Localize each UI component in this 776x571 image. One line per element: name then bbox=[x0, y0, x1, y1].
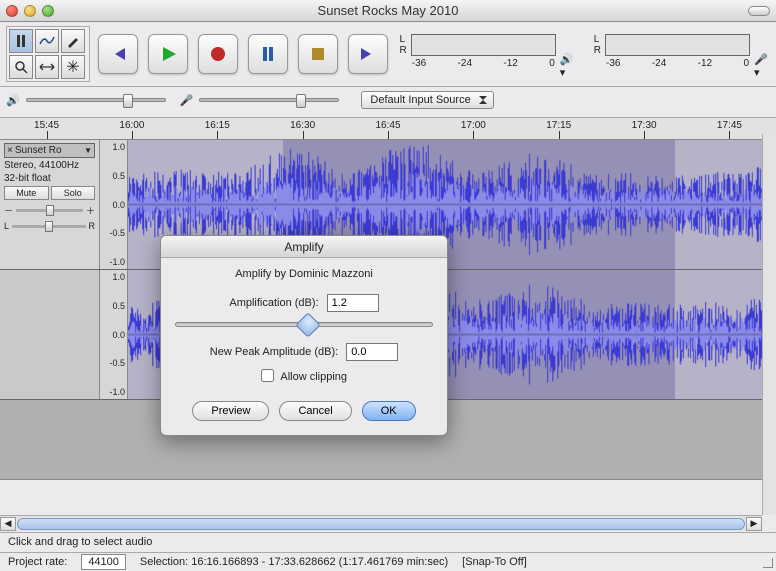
output-volume-slider[interactable]: 🔊 bbox=[6, 94, 166, 107]
zoom-tool[interactable] bbox=[9, 55, 33, 79]
selection-readout: Selection: 16:16.166893 - 17:33.628662 (… bbox=[140, 556, 448, 568]
skip-start-button[interactable] bbox=[98, 34, 138, 74]
meters-panel: LR -36-24-120 🔊▾ LR -36-24-120 🎤▾ bbox=[400, 34, 770, 74]
skip-end-button[interactable] bbox=[348, 34, 388, 74]
meter-r-label: R bbox=[400, 45, 407, 56]
track-control-panel: × Sunset Ro Stereo, 44100Hz 32-bit float… bbox=[0, 140, 100, 269]
ok-button[interactable]: OK bbox=[362, 401, 416, 421]
project-rate-label: Project rate: bbox=[8, 556, 67, 568]
pan-slider[interactable]: LR bbox=[4, 221, 95, 231]
status-hint: Click and drag to select audio bbox=[8, 536, 152, 548]
input-volume-slider[interactable]: 🎤 bbox=[180, 94, 340, 107]
mute-button[interactable]: Mute bbox=[4, 186, 49, 200]
cancel-button[interactable]: Cancel bbox=[279, 401, 351, 421]
meter-l-label: L bbox=[400, 34, 407, 45]
transport-controls bbox=[98, 34, 388, 74]
allow-clipping-label: Allow clipping bbox=[280, 371, 347, 383]
scroll-left-button[interactable]: ◀ bbox=[0, 517, 16, 531]
solo-button[interactable]: Solo bbox=[51, 186, 96, 200]
scroll-right-button[interactable]: ▶ bbox=[746, 517, 762, 531]
record-meter: LR -36-24-120 🎤▾ bbox=[594, 34, 770, 74]
mic-small-icon: 🎤 bbox=[180, 94, 194, 107]
vertical-scrollbar[interactable] bbox=[762, 134, 776, 515]
amplification-input[interactable] bbox=[327, 294, 379, 312]
preview-button[interactable]: Preview bbox=[192, 401, 269, 421]
dialog-title: Amplify bbox=[161, 240, 447, 254]
window-title: Sunset Rocks May 2010 bbox=[0, 3, 776, 18]
amplitude-axis: 1.00.50.0-0.5-1.0 bbox=[100, 140, 128, 269]
amplitude-axis: 1.00.50.0-0.5-1.0 bbox=[100, 270, 128, 399]
resize-grip[interactable] bbox=[762, 557, 774, 569]
horizontal-scrollbar[interactable]: ◀ ▶ bbox=[0, 515, 762, 531]
multi-tool[interactable]: ✳ bbox=[61, 55, 85, 79]
amplification-label: Amplification (dB): bbox=[229, 297, 318, 309]
pause-button[interactable] bbox=[248, 34, 288, 74]
peak-amplitude-input[interactable] bbox=[346, 343, 398, 361]
snap-to-readout: [Snap-To Off] bbox=[462, 556, 527, 568]
status-info-bar: Project rate: 44100 Selection: 16:16.166… bbox=[0, 552, 776, 571]
status-hint-bar: Click and drag to select audio bbox=[0, 532, 776, 552]
scroll-thumb[interactable] bbox=[17, 518, 745, 530]
dialog-titlebar[interactable]: Amplify bbox=[161, 236, 447, 258]
gain-slider[interactable]: －＋ bbox=[4, 204, 95, 217]
playback-meter: LR -36-24-120 🔊▾ bbox=[400, 34, 576, 74]
record-button[interactable] bbox=[198, 34, 238, 74]
draw-tool[interactable] bbox=[61, 29, 85, 53]
selection-tool[interactable] bbox=[9, 29, 33, 53]
timeshift-tool[interactable] bbox=[35, 55, 59, 79]
mixer-toolbar: 🔊 🎤 Default Input Source bbox=[0, 87, 776, 118]
timeline-ruler[interactable]: 15:45 16:00 16:15 16:30 16:45 17:00 17:1… bbox=[0, 118, 776, 140]
tool-palette: ✳ bbox=[6, 26, 90, 82]
track-control-panel bbox=[0, 270, 100, 399]
dialog-credit: Amplify by Dominic Mazzoni bbox=[175, 268, 433, 280]
peak-amplitude-label: New Peak Amplitude (dB): bbox=[210, 346, 338, 358]
play-button[interactable] bbox=[148, 34, 188, 74]
track-format-2: 32-bit float bbox=[4, 173, 95, 184]
track-format-1: Stereo, 44100Hz bbox=[4, 160, 95, 171]
window-titlebar: Sunset Rocks May 2010 bbox=[0, 0, 776, 22]
stop-button[interactable] bbox=[298, 34, 338, 74]
envelope-tool[interactable] bbox=[35, 29, 59, 53]
speaker-small-icon: 🔊 bbox=[6, 94, 20, 107]
amplify-dialog: Amplify Amplify by Dominic Mazzoni Ampli… bbox=[160, 235, 448, 436]
amplification-slider[interactable] bbox=[175, 322, 433, 327]
mic-icon[interactable]: 🎤▾ bbox=[754, 58, 770, 74]
input-source-select[interactable]: Default Input Source bbox=[361, 91, 493, 109]
speaker-icon[interactable]: 🔊▾ bbox=[560, 58, 576, 74]
track-menu[interactable]: × Sunset Ro bbox=[4, 143, 95, 158]
allow-clipping-checkbox[interactable] bbox=[261, 369, 274, 382]
project-rate-value[interactable]: 44100 bbox=[81, 554, 126, 570]
main-toolbar: ✳ LR -36-24-120 🔊▾ LR -36-24-120 🎤▾ bbox=[0, 22, 776, 87]
